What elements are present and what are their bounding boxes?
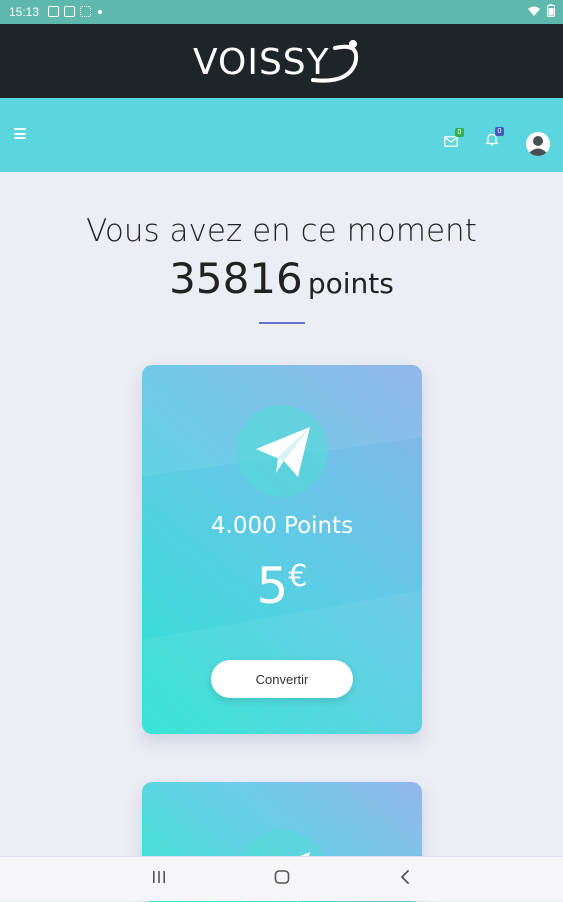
convert-button[interactable]: Convertir <box>211 660 353 698</box>
reward-card: 4.000 Points 5€ Convertir <box>142 365 422 734</box>
card-value-currency: € <box>288 559 308 594</box>
status-time: 15:13 <box>9 5 40 19</box>
image-icon <box>48 6 59 17</box>
notifications-button[interactable]: 0 <box>485 127 504 151</box>
avatar[interactable] <box>526 132 550 156</box>
card-value-amount: 5 <box>256 557 289 615</box>
headline-divider <box>259 322 305 324</box>
system-navigation-bar <box>0 856 563 901</box>
points-unit: points <box>307 267 394 300</box>
brand-header: VOISSY <box>0 24 563 98</box>
paper-plane-icon <box>256 427 310 477</box>
home-icon[interactable] <box>274 869 290 885</box>
points-total: 35816 points <box>0 254 563 303</box>
menu-line <box>14 128 26 130</box>
points-value: 35816 <box>169 254 303 303</box>
status-bar: 15:13 <box>0 0 563 24</box>
points-headline: Vous avez en ce moment <box>86 213 477 249</box>
status-icons-right <box>527 4 555 17</box>
card-points-label: 4.000 Points <box>210 513 354 539</box>
mail-button[interactable]: 0 <box>444 128 464 152</box>
voissy-logo: VOISSY <box>193 34 363 99</box>
user-avatar-icon <box>526 132 550 156</box>
wifi-icon <box>528 6 540 16</box>
mail-badge: 0 <box>455 128 464 137</box>
menu-line <box>14 132 26 135</box>
nav-bar: 0 0 <box>0 98 563 172</box>
screen-icon <box>64 6 75 17</box>
battery-icon <box>547 4 555 17</box>
mail-icon <box>444 136 458 147</box>
notification-badge: 0 <box>495 127 504 136</box>
grid-icon <box>80 6 91 17</box>
back-icon[interactable] <box>399 869 411 885</box>
menu-line <box>14 137 26 139</box>
recent-apps-icon[interactable] <box>152 869 166 885</box>
dot-icon <box>98 9 102 14</box>
card-icon-circle <box>236 405 328 497</box>
logo-text: VOISSY <box>193 42 330 83</box>
hamburger-menu-button[interactable] <box>14 128 26 139</box>
status-icons-left <box>48 6 102 17</box>
card-value: 5€ <box>142 557 422 615</box>
